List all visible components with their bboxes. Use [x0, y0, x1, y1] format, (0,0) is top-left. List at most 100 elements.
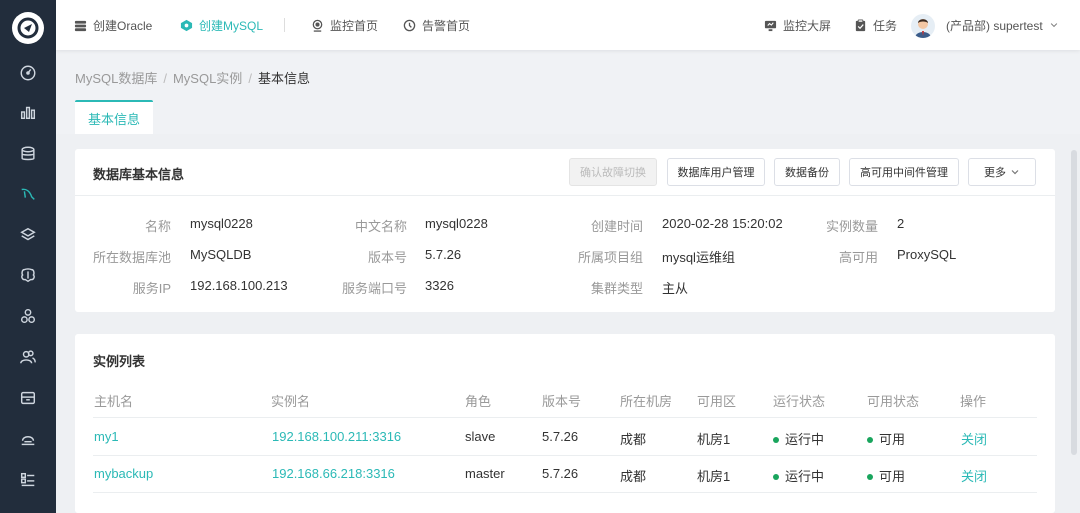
- clipboard-icon: [855, 18, 866, 31]
- user-settings-icon[interactable]: [16, 427, 40, 451]
- basic-info-title: 数据库基本信息: [93, 167, 185, 182]
- create-oracle-label: 创建Oracle: [93, 18, 153, 33]
- field-label-ha: 高可用: [838, 250, 878, 265]
- row-2-version: 5.7.26: [542, 466, 579, 481]
- database-icon[interactable]: [16, 142, 40, 166]
- row-divider: [93, 455, 1037, 456]
- row-2-zone: 机房1: [697, 469, 731, 484]
- card-divider: [75, 195, 1055, 196]
- column-header-instance: 实例名: [271, 394, 311, 409]
- field-value-created: 2020-02-28 15:20:02: [662, 216, 783, 231]
- archive-icon[interactable]: [16, 386, 40, 410]
- create-oracle-link[interactable]: 创建Oracle: [74, 0, 152, 50]
- row-divider: [93, 492, 1037, 493]
- user-name-label: (产品部) supertest: [946, 18, 1043, 33]
- top-navbar: 创建Oracle 创建MySQL 监控首页 告警首页 监控大屏 任务 (产品部)…: [56, 0, 1080, 50]
- column-header-version: 版本号: [542, 394, 582, 409]
- row-1-instance-link[interactable]: 192.168.100.211:3316: [272, 429, 401, 444]
- row-2-run-status: 运行中: [773, 466, 824, 485]
- mysql-dolphin-icon[interactable]: [16, 182, 40, 206]
- column-header-run-status: 运行状态: [773, 394, 826, 409]
- table-header-divider: [93, 417, 1037, 418]
- users-icon[interactable]: [16, 345, 40, 369]
- field-value-project-group: mysql运维组: [662, 250, 735, 265]
- brain-icon[interactable]: [16, 263, 40, 287]
- chevron-down-icon: [1011, 170, 1019, 175]
- chevron-down-icon: [1050, 23, 1057, 28]
- breadcrumb-item-mysql-instance[interactable]: MySQL实例: [173, 71, 242, 86]
- monitor-screen-link[interactable]: 监控大屏: [764, 0, 831, 50]
- user-avatar[interactable]: [911, 14, 935, 38]
- task-link[interactable]: 任务: [854, 0, 897, 50]
- field-value-service-ip: 192.168.100.213: [190, 278, 288, 293]
- status-dot-icon: [773, 436, 779, 443]
- row-2-avail-status-text: 可用: [879, 469, 906, 484]
- breadcrumb-item-mysql-db[interactable]: MySQL数据库: [75, 71, 157, 86]
- field-value-instance-count: 2: [897, 216, 905, 231]
- more-button[interactable]: 更多: [968, 158, 1036, 186]
- row-2-run-status-text: 运行中: [785, 469, 825, 484]
- cluster-icon[interactable]: [16, 304, 40, 328]
- user-menu[interactable]: (产品部) supertest: [946, 0, 1059, 50]
- ha-middleware-button[interactable]: 高可用中间件管理: [849, 158, 959, 186]
- field-value-db-pool: MySQLDB: [190, 247, 252, 262]
- instance-list-card: 实例列表 主机名 实例名 角色 版本号 所在机房 可用区 运行状态 可用状态 操…: [75, 334, 1055, 513]
- alarm-home-label: 告警首页: [422, 18, 471, 33]
- breadcrumb-item-current: 基本信息: [257, 71, 310, 86]
- status-dot-icon: [867, 473, 873, 480]
- failover-button[interactable]: 确认故障切换: [569, 158, 657, 186]
- monitor-screen-label: 监控大屏: [783, 18, 832, 33]
- status-dot-icon: [867, 436, 873, 443]
- field-label-cluster-type: 集群类型: [590, 281, 643, 296]
- field-label-db-pool: 所在数据库池: [92, 250, 171, 265]
- field-label-version: 版本号: [367, 250, 407, 265]
- field-label-created: 创建时间: [590, 219, 643, 234]
- row-1-host-link[interactable]: my1: [94, 429, 119, 444]
- row-1-run-status-text: 运行中: [785, 432, 825, 447]
- row-2-instance-link[interactable]: 192.168.66.218:3316: [272, 466, 395, 481]
- monitor-home-label: 监控首页: [330, 18, 379, 33]
- task-label: 任务: [873, 18, 898, 33]
- field-value-ha: ProxySQL: [897, 247, 957, 262]
- more-label: 更多: [984, 167, 1006, 179]
- row-1-close-button[interactable]: 关闭: [961, 429, 987, 448]
- field-value-service-port: 3326: [425, 278, 454, 293]
- alarm-home-link[interactable]: 告警首页: [403, 0, 470, 50]
- basic-info-card: 数据库基本信息 确认故障切换 数据库用户管理 数据备份 高可用中间件管理 更多 …: [75, 149, 1055, 312]
- row-1-avail-status-text: 可用: [879, 432, 906, 447]
- status-dot-icon: [773, 473, 779, 480]
- tab-basic-info[interactable]: 基本信息: [75, 100, 153, 134]
- column-header-zone: 可用区: [697, 394, 737, 409]
- layers-icon[interactable]: [16, 223, 40, 247]
- db-user-manage-button[interactable]: 数据库用户管理: [667, 158, 765, 186]
- field-label-instance-count: 实例数量: [825, 219, 878, 234]
- row-2-close-button[interactable]: 关闭: [961, 466, 987, 485]
- row-1-role: slave: [465, 429, 496, 444]
- row-1-avail-status: 可用: [867, 429, 905, 448]
- row-2-role: master: [465, 466, 505, 481]
- screen-icon: [764, 20, 777, 31]
- row-1-zone: 机房1: [697, 432, 731, 447]
- tab-strip: [56, 100, 1080, 134]
- sidebar: [0, 0, 56, 513]
- bar-chart-icon[interactable]: [16, 100, 40, 124]
- field-value-cn-name: mysql0228: [425, 216, 488, 231]
- database-icon: [74, 20, 87, 31]
- list-icon[interactable]: [16, 468, 40, 492]
- vertical-scrollbar[interactable]: [1071, 150, 1077, 455]
- app-logo[interactable]: [12, 12, 44, 44]
- mysql-icon: [180, 19, 193, 31]
- dashboard-icon[interactable]: [16, 61, 40, 85]
- column-header-room: 所在机房: [620, 394, 673, 409]
- row-2-host-link[interactable]: mybackup: [94, 466, 153, 481]
- data-backup-button[interactable]: 数据备份: [774, 158, 840, 186]
- row-2-avail-status: 可用: [867, 466, 905, 485]
- field-label-cn-name: 中文名称: [354, 219, 407, 234]
- monitor-home-link[interactable]: 监控首页: [311, 0, 378, 50]
- column-header-avail-status: 可用状态: [867, 394, 920, 409]
- create-mysql-link[interactable]: 创建MySQL: [180, 0, 263, 50]
- field-label-name: 名称: [144, 219, 171, 234]
- column-header-action: 操作: [960, 394, 987, 409]
- field-value-version: 5.7.26: [425, 247, 462, 262]
- column-header-host: 主机名: [94, 394, 134, 409]
